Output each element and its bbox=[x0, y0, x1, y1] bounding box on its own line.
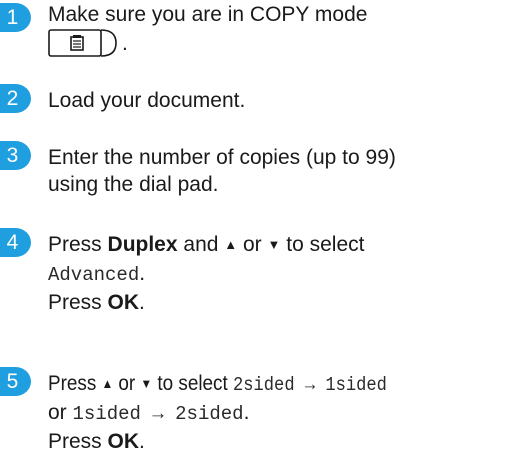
step-number-badge: 3 bbox=[0, 141, 31, 170]
option-1sided-to-2sided: 1sided → 2sided bbox=[72, 403, 244, 425]
step-4-line-1: Press Duplex and ▲ or ▼ to select bbox=[48, 233, 365, 256]
step-5-line-1: Press ▲ or ▼ to select 2sided → 1sided bbox=[48, 372, 387, 396]
duplex-key-label: Duplex bbox=[107, 233, 178, 256]
step-1-period: . bbox=[122, 32, 128, 55]
step-number-badge: 2 bbox=[0, 84, 31, 113]
down-arrow-icon: ▼ bbox=[267, 237, 281, 252]
option-2sided-to-1sided: 2sided → 1sided bbox=[233, 374, 387, 396]
step-text-line-2: using the dial pad. bbox=[48, 173, 219, 196]
step-text: Load your document. bbox=[48, 89, 246, 112]
option-advanced: Advanced bbox=[48, 264, 140, 286]
up-arrow-icon: ▲ bbox=[101, 376, 114, 391]
step-text-line-1: Enter the number of copies (up to 99) bbox=[48, 146, 396, 169]
step-4-line-3: Press OK. bbox=[48, 291, 145, 314]
step-4-line-2: Advanced. bbox=[48, 262, 146, 286]
step-number-badge: 5 bbox=[0, 367, 31, 396]
copy-mode-key-icon bbox=[48, 29, 122, 58]
down-arrow-icon: ▼ bbox=[140, 376, 153, 391]
ok-key-label: OK bbox=[107, 291, 140, 314]
step-5-line-2: or 1sided → 2sided. bbox=[48, 401, 250, 425]
step-5-line-3: Press OK. bbox=[48, 430, 145, 453]
step-number-badge: 4 bbox=[0, 228, 31, 257]
step-number-badge: 1 bbox=[0, 3, 31, 32]
up-arrow-icon: ▲ bbox=[224, 237, 238, 252]
ok-key-label: OK bbox=[107, 430, 140, 453]
step-text: Make sure you are in COPY mode bbox=[48, 3, 368, 26]
